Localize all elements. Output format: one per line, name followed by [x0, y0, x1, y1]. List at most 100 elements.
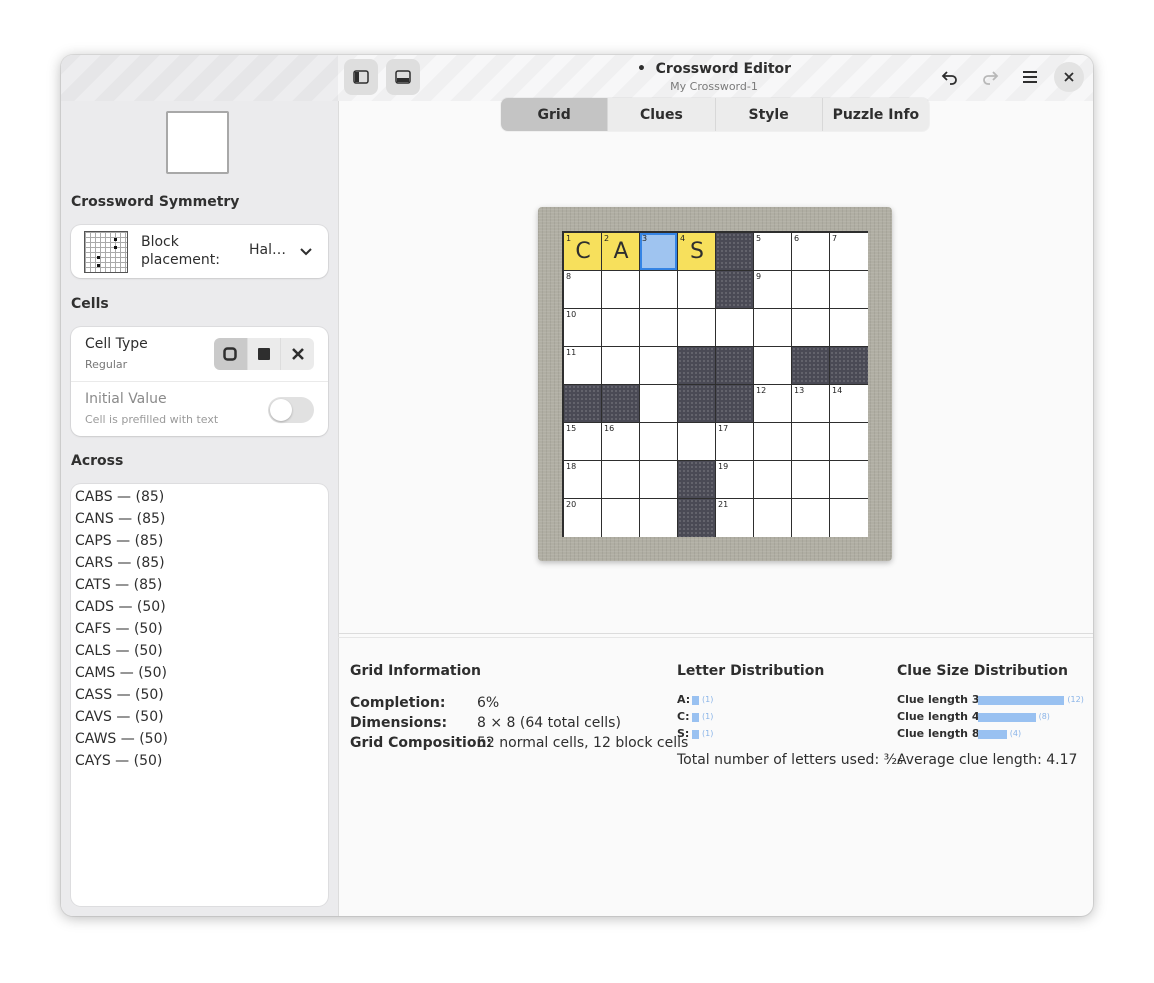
grid-cell[interactable] — [602, 271, 640, 309]
grid-cell[interactable]: 20 — [564, 499, 602, 537]
list-item[interactable]: CAVS — (50) — [71, 706, 328, 728]
grid-block-cell[interactable] — [602, 385, 640, 423]
grid-cell[interactable]: 18 — [564, 461, 602, 499]
redo-button[interactable] — [974, 61, 1006, 93]
grid-cell[interactable]: 17 — [716, 423, 754, 461]
grid-cell[interactable] — [640, 347, 678, 385]
distribution-bar — [978, 696, 1065, 705]
grid-cell[interactable]: 16 — [602, 423, 640, 461]
block-placement-row[interactable]: Block placement: Hal… — [71, 225, 328, 278]
grid-cell[interactable]: 21 — [716, 499, 754, 537]
grid-cell[interactable]: 1C — [564, 233, 602, 271]
menu-button[interactable] — [1014, 61, 1046, 93]
grid-cell[interactable]: 14 — [830, 385, 868, 423]
list-item[interactable]: CANS — (85) — [71, 508, 328, 530]
grid-cell[interactable]: 13 — [792, 385, 830, 423]
grid-cell[interactable]: 6 — [792, 233, 830, 271]
grid-cell[interactable]: 7 — [830, 233, 868, 271]
grid-cell[interactable] — [792, 461, 830, 499]
bottom-panel-icon — [395, 70, 411, 84]
grid-block-cell[interactable] — [716, 385, 754, 423]
tab-grid[interactable]: Grid — [501, 98, 608, 131]
block-placement-value[interactable]: Hal… — [249, 242, 286, 258]
block-cell-icon[interactable] — [246, 338, 281, 370]
list-item[interactable]: CAYS — (50) — [71, 750, 328, 772]
undo-button[interactable] — [934, 61, 966, 93]
grid-cell[interactable] — [830, 499, 868, 537]
grid-cell[interactable]: 5 — [754, 233, 792, 271]
list-item[interactable]: CARS — (85) — [71, 552, 328, 574]
grid-cell[interactable] — [640, 423, 678, 461]
regular-cell-icon[interactable] — [214, 338, 247, 370]
grid-block-cell[interactable] — [716, 233, 754, 271]
null-cell-icon[interactable] — [280, 338, 314, 370]
grid-block-cell[interactable] — [830, 347, 868, 385]
tab-style[interactable]: Style — [714, 98, 822, 131]
grid-cell[interactable] — [792, 309, 830, 347]
list-item[interactable]: CAWS — (50) — [71, 728, 328, 750]
tab-puzzle-info[interactable]: Puzzle Info — [821, 98, 929, 131]
list-item[interactable]: CAMS — (50) — [71, 662, 328, 684]
list-item[interactable]: CASS — (50) — [71, 684, 328, 706]
chevron-down-icon[interactable] — [300, 247, 312, 257]
bottom-panel-button[interactable] — [386, 59, 420, 95]
grid-cell[interactable] — [754, 461, 792, 499]
grid-cell[interactable]: 11 — [564, 347, 602, 385]
grid-cell[interactable]: 4S — [678, 233, 716, 271]
grid-cell[interactable] — [640, 309, 678, 347]
clue-number: 18 — [566, 462, 577, 471]
grid-block-cell[interactable] — [678, 385, 716, 423]
grid-cell[interactable]: 2A — [602, 233, 640, 271]
grid-cell[interactable] — [640, 499, 678, 537]
grid-cell[interactable] — [754, 423, 792, 461]
grid-block-cell[interactable] — [716, 271, 754, 309]
grid-cell[interactable] — [830, 271, 868, 309]
grid-cell[interactable]: 12 — [754, 385, 792, 423]
list-item[interactable]: CABS — (85) — [71, 486, 328, 508]
list-item[interactable]: CATS — (85) — [71, 574, 328, 596]
grid-cell[interactable] — [678, 271, 716, 309]
grid-cell[interactable] — [754, 499, 792, 537]
grid-cell[interactable] — [602, 309, 640, 347]
grid-block-cell[interactable] — [792, 347, 830, 385]
tab-clues[interactable]: Clues — [607, 98, 714, 131]
sidebar-toggle-button[interactable] — [344, 59, 378, 95]
list-item[interactable]: CADS — (50) — [71, 596, 328, 618]
grid-cell[interactable] — [830, 309, 868, 347]
grid-cell[interactable] — [640, 385, 678, 423]
grid-cell[interactable] — [602, 347, 640, 385]
close-button[interactable] — [1054, 62, 1084, 92]
grid-cell[interactable] — [678, 423, 716, 461]
grid-cell[interactable] — [754, 347, 792, 385]
grid-cell[interactable]: 9 — [754, 271, 792, 309]
grid-cell[interactable] — [640, 461, 678, 499]
grid-cell[interactable]: 8 — [564, 271, 602, 309]
grid-cell[interactable] — [640, 271, 678, 309]
grid-cell[interactable] — [830, 423, 868, 461]
cell-type-selector[interactable] — [214, 338, 314, 370]
grid-block-cell[interactable] — [678, 347, 716, 385]
grid-cell[interactable] — [792, 499, 830, 537]
grid-cell[interactable] — [830, 461, 868, 499]
list-item[interactable]: CAFS — (50) — [71, 618, 328, 640]
grid-cell[interactable] — [602, 499, 640, 537]
grid-block-cell[interactable] — [678, 499, 716, 537]
grid-cell[interactable] — [716, 309, 754, 347]
grid-block-cell[interactable] — [564, 385, 602, 423]
grid-cell[interactable]: 15 — [564, 423, 602, 461]
grid-cell[interactable] — [678, 309, 716, 347]
initial-value-toggle[interactable] — [268, 397, 314, 423]
grid-cell[interactable]: 19 — [716, 461, 754, 499]
list-item[interactable]: CAPS — (85) — [71, 530, 328, 552]
grid-cell[interactable] — [754, 309, 792, 347]
grid-cell[interactable] — [602, 461, 640, 499]
grid-block-cell[interactable] — [716, 347, 754, 385]
grid-cell[interactable] — [792, 271, 830, 309]
grid-cell[interactable]: 10 — [564, 309, 602, 347]
grid-cell[interactable] — [792, 423, 830, 461]
list-item[interactable]: CALS — (50) — [71, 640, 328, 662]
grid-cell[interactable]: 3 — [640, 233, 678, 271]
distribution-count: (12) — [1067, 695, 1084, 704]
clue-number: 3 — [642, 234, 648, 243]
grid-block-cell[interactable] — [678, 461, 716, 499]
